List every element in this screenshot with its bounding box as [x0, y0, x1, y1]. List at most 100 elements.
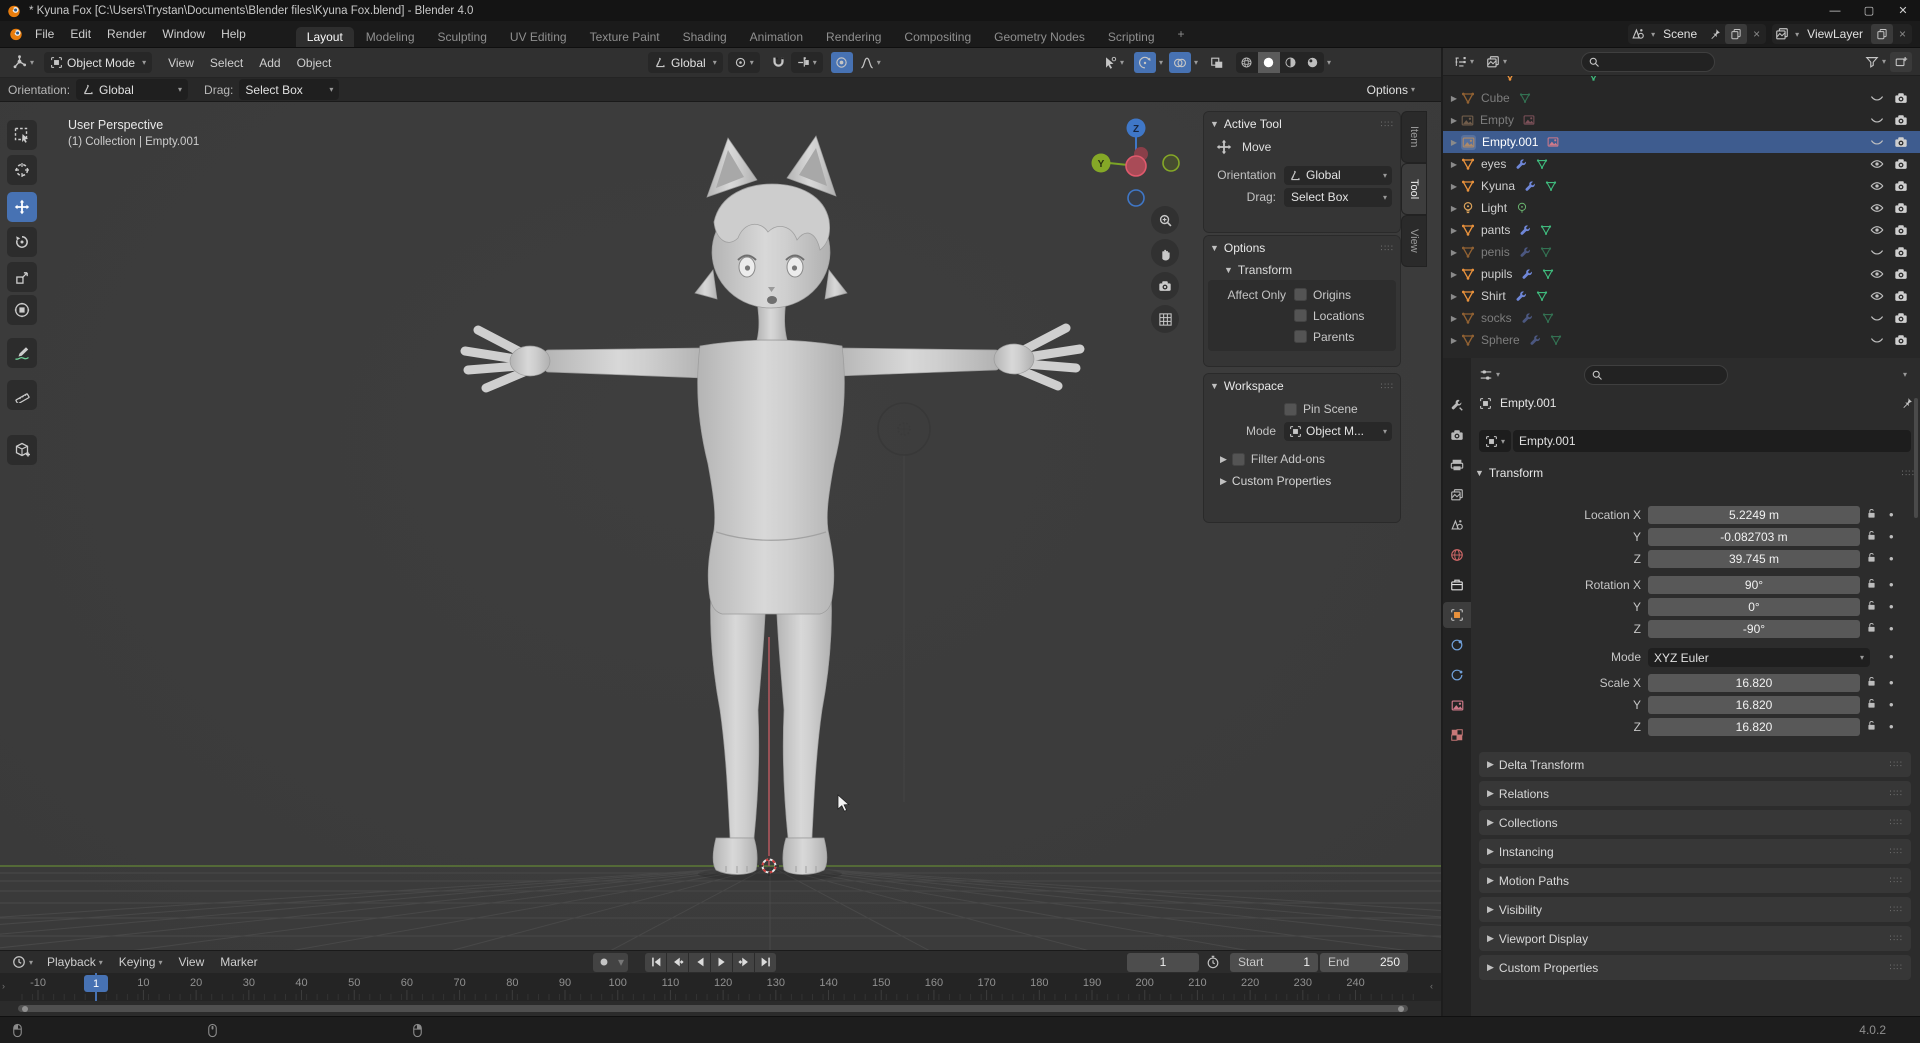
properties-tab-physics[interactable]: [1443, 662, 1471, 688]
ruler-tick-240[interactable]: 240: [1346, 977, 1364, 989]
eye-open-icon[interactable]: [1870, 179, 1884, 193]
properties-tab-scene[interactable]: [1443, 512, 1471, 538]
nav-camera-view-button[interactable]: [1151, 272, 1179, 300]
menu-file[interactable]: File: [27, 27, 62, 41]
outliner-row-shirt[interactable]: ▶ Shirt: [1443, 285, 1920, 307]
nav-orthographic-grid-button[interactable]: [1151, 305, 1179, 333]
menu-help[interactable]: Help: [213, 27, 254, 41]
expand-icon[interactable]: ▶: [1447, 138, 1461, 147]
tool-orientation-dropdown[interactable]: Global▾: [76, 79, 188, 100]
camera-visibility-icon[interactable]: [1894, 91, 1908, 105]
ruler-tick-200[interactable]: 200: [1136, 977, 1154, 989]
animate-dot-icon[interactable]: •: [1889, 697, 1894, 712]
gizmo-dropdown[interactable]: ▾: [1159, 58, 1163, 67]
expand-icon[interactable]: ▶: [1447, 314, 1461, 323]
transform-value-8[interactable]: 16.820: [1648, 696, 1860, 714]
ruler-tick-40[interactable]: 40: [295, 977, 307, 989]
properties-editor-type-button[interactable]: ▾: [1473, 364, 1506, 385]
active-tool-panel-header[interactable]: ▼Active Tool∷∷: [1204, 112, 1400, 136]
timeline-menu-view[interactable]: View: [170, 955, 212, 969]
eye-closed-icon[interactable]: [1870, 135, 1884, 149]
expand-icon[interactable]: ▶: [1447, 292, 1461, 301]
ruler-tick-60[interactable]: 60: [401, 977, 413, 989]
workspace-custom-properties-row[interactable]: ▶ Custom Properties: [1204, 470, 1400, 492]
object-name[interactable]: pupils: [1481, 267, 1512, 281]
outliner-row-cube[interactable]: ▶Cube: [1443, 87, 1920, 109]
ruler-tick-110[interactable]: 110: [662, 977, 680, 989]
scrollbar-right-handle[interactable]: [1398, 1006, 1404, 1012]
object-name[interactable]: eyes: [1481, 157, 1506, 171]
menu-edit[interactable]: Edit: [62, 27, 99, 41]
section-visibility[interactable]: ▶Visibility∷∷: [1479, 897, 1911, 922]
next-keyframe-button[interactable]: [733, 953, 754, 972]
shading-material-button[interactable]: [1280, 52, 1302, 73]
options-dropdown[interactable]: Options▾: [1361, 79, 1421, 100]
timeline-editor-type-button[interactable]: ▾: [6, 952, 39, 973]
breadcrumb-object-name[interactable]: Empty.001: [1500, 396, 1556, 410]
properties-scrollbar[interactable]: [1914, 398, 1918, 518]
scrollbar-left-handle[interactable]: [22, 1006, 28, 1012]
ruler-tick-180[interactable]: 180: [1030, 977, 1048, 989]
tool-cursor[interactable]: [7, 155, 37, 185]
properties-tab-output[interactable]: [1443, 452, 1471, 478]
properties-search[interactable]: [1584, 365, 1728, 385]
viewport-menu-add[interactable]: Add: [251, 56, 288, 70]
maximize-button[interactable]: ▢: [1852, 0, 1886, 21]
animate-dot-icon[interactable]: •: [1889, 529, 1894, 544]
camera-visibility-icon[interactable]: [1894, 245, 1908, 259]
eye-closed-icon[interactable]: [1870, 113, 1884, 127]
expand-icon[interactable]: ▶: [1447, 116, 1461, 125]
lock-open-icon[interactable]: [1866, 508, 1877, 519]
expand-icon[interactable]: ▶: [1447, 270, 1461, 279]
outliner-search[interactable]: [1581, 52, 1715, 72]
play-button[interactable]: [711, 953, 732, 972]
lock-open-icon[interactable]: [1866, 578, 1877, 589]
tool-transform[interactable]: [7, 295, 37, 325]
ruler-tick-20[interactable]: 20: [190, 977, 202, 989]
section-instancing[interactable]: ▶Instancing∷∷: [1479, 839, 1911, 864]
properties-options-dropdown[interactable]: ▾: [1903, 370, 1907, 379]
transform-value-4[interactable]: 0°: [1648, 598, 1860, 616]
ruler-tick-230[interactable]: 230: [1294, 977, 1312, 989]
lock-open-icon[interactable]: [1866, 530, 1877, 541]
eye-closed-icon[interactable]: [1870, 245, 1884, 259]
filter-funnel-icon[interactable]: [1865, 55, 1879, 69]
nav-pan-hand-button[interactable]: [1151, 239, 1179, 267]
current-frame-indicator[interactable]: 1: [84, 975, 108, 992]
eye-open-icon[interactable]: [1870, 223, 1884, 237]
proportional-editing-toggle[interactable]: [831, 52, 853, 73]
shading-rendered-button[interactable]: [1302, 52, 1324, 73]
animate-dot-icon[interactable]: •: [1889, 621, 1894, 636]
timeline-ruler[interactable]: 1 › ‹ -101020304050607080901001101201301…: [0, 973, 1441, 1001]
sidebar-tab-tool[interactable]: Tool: [1402, 164, 1426, 214]
workspace-mode-dropdown[interactable]: Object M...▾: [1284, 422, 1392, 441]
transform-value-1[interactable]: -0.082703 m: [1648, 528, 1860, 546]
tab-texture-paint[interactable]: Texture Paint: [579, 27, 671, 47]
shading-dropdown[interactable]: ▾: [1327, 58, 1331, 67]
outliner-row-sphere[interactable]: ▶Sphere: [1443, 329, 1920, 351]
object-name[interactable]: Shirt: [1481, 289, 1506, 303]
timeline-menu-marker[interactable]: Marker: [212, 955, 265, 969]
tool-annotate[interactable]: [7, 338, 37, 368]
transform-subpanel-header[interactable]: ▼Transform: [1204, 260, 1400, 280]
outliner-row-empty[interactable]: ▶Empty: [1443, 109, 1920, 131]
filter-addons-row[interactable]: ▶ Filter Add-ons: [1204, 448, 1400, 470]
timeline-expand-left-icon[interactable]: ›: [2, 981, 5, 991]
new-collection-button[interactable]: [1890, 52, 1912, 72]
tab-compositing[interactable]: Compositing: [893, 27, 982, 47]
lock-open-icon[interactable]: [1866, 698, 1877, 709]
section-relations[interactable]: ▶Relations∷∷: [1479, 781, 1911, 806]
stopwatch-icon[interactable]: [1206, 955, 1220, 969]
minimize-button[interactable]: —: [1818, 0, 1852, 21]
expand-icon[interactable]: ▶: [1447, 182, 1461, 191]
section-motion-paths[interactable]: ▶Motion Paths∷∷: [1479, 868, 1911, 893]
camera-visibility-icon[interactable]: [1894, 179, 1908, 193]
lock-open-icon[interactable]: [1866, 600, 1877, 611]
checkbox-locations[interactable]: Locations: [1294, 309, 1364, 323]
close-button[interactable]: ✕: [1886, 0, 1920, 21]
eye-open-icon[interactable]: [1870, 289, 1884, 303]
remove-viewlayer-icon[interactable]: ×: [1893, 27, 1912, 41]
play-reverse-button[interactable]: [689, 953, 710, 972]
checkbox-pin-scene[interactable]: Pin Scene: [1284, 402, 1358, 416]
new-viewlayer-button[interactable]: [1871, 24, 1893, 44]
